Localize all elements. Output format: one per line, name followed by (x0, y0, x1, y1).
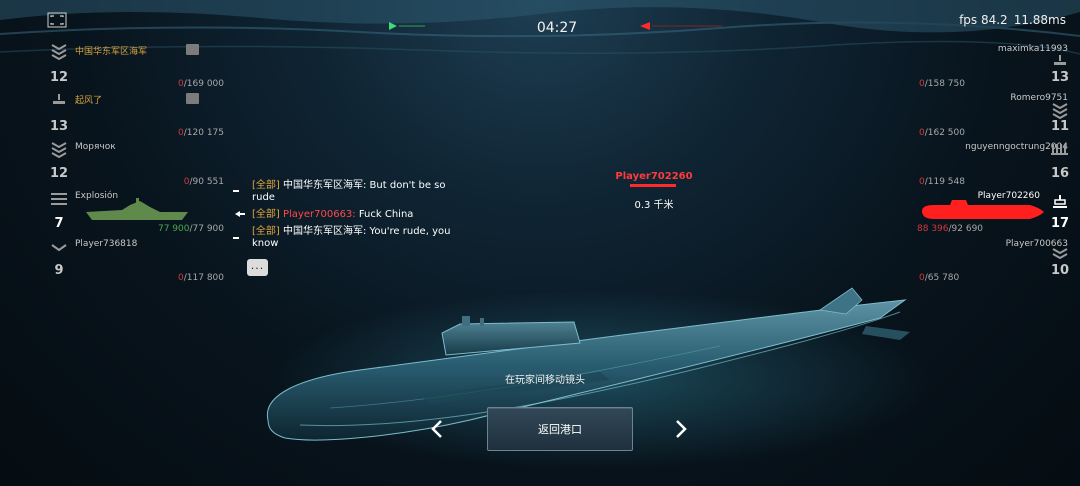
chat-message: [全部] 中国华东军区海军: But don't be so rude (252, 180, 446, 203)
left-player-level: 12 (49, 70, 69, 85)
left-player-level: 7 (54, 216, 64, 231)
left-player-level: 12 (49, 166, 69, 181)
enemy-submarine-silhouette (922, 200, 1044, 219)
left-player-name: 起风了 (75, 96, 103, 106)
return-to-port-button[interactable]: 返回港口 (487, 407, 633, 451)
clan-box-icon (186, 93, 199, 104)
rank-chevrons-icon (49, 140, 69, 159)
left-player-name: Player736818 (75, 239, 138, 249)
chat-message: [全部] 中国华东军区海军: You're rude, you know (252, 226, 451, 249)
chat-message: [全部] Player700663: Fuck China (252, 209, 414, 220)
right-player-hp: 0/65 780 (919, 273, 960, 283)
right-player-level: 16 (1050, 166, 1070, 181)
left-player-level: 9 (54, 263, 64, 278)
rank-bar-icon (49, 92, 69, 108)
left-player-hp: 0/169 000 (178, 79, 224, 89)
chat-bullet (233, 237, 239, 239)
left-player-name: 中国华东军区海军 (75, 47, 148, 57)
left-player-hp: 0/90 551 (183, 177, 224, 187)
left-player-hp: 77 900/77 900 (157, 224, 224, 234)
fps-readout: fps 84.2 (959, 13, 1008, 27)
rank-stars-icon (1050, 141, 1070, 157)
rank-chevron-icon (49, 240, 69, 256)
right-player-hp: 88 396/92 690 (917, 224, 984, 234)
rank-bar-icon (1050, 53, 1070, 69)
right-player-level: 17 (1050, 216, 1070, 231)
rank-chevrons-icon (49, 42, 69, 61)
chat-bullet (233, 190, 239, 192)
left-player-name: Explosión (75, 191, 119, 201)
previous-player-arrow-icon[interactable] (426, 417, 450, 441)
next-player-arrow-icon[interactable] (668, 417, 692, 441)
rank-chevrons-icon (1050, 246, 1070, 262)
ping-readout: 11.88ms (1013, 13, 1066, 27)
match-timer: 04:27 (536, 20, 578, 36)
right-player-hp: 0/158 750 (919, 79, 965, 89)
right-player-level: 10 (1050, 263, 1070, 278)
fullscreen-icon[interactable] (47, 12, 67, 28)
left-player-hp: 0/120 175 (178, 128, 224, 138)
performance-stats: fps 84.2 11.88ms (959, 13, 1066, 27)
left-player-level: 13 (49, 119, 69, 134)
ally-team-marker-icon (389, 22, 425, 30)
rank-chevrons-icon (1050, 101, 1070, 120)
right-player-hp: 0/162 500 (919, 128, 965, 138)
chat-reply-arrow-icon (235, 211, 245, 217)
right-player-name: Player702260 (977, 191, 1040, 201)
rank-bar-icon (1050, 194, 1070, 210)
enemy-team-marker-icon (640, 22, 722, 30)
chat-bubble-icon[interactable]: ... (247, 259, 268, 276)
ally-ship-silhouette (86, 198, 188, 220)
spectate-hint: 在玩家间移动镜头 (505, 375, 585, 386)
target-health-bar (630, 184, 676, 187)
right-player-level: 11 (1050, 119, 1070, 134)
right-player-level: 13 (1050, 70, 1070, 85)
rank-bars-icon (49, 191, 69, 207)
left-player-hp: 0/117 800 (178, 273, 224, 283)
target-player-name: Player702260 (615, 171, 693, 182)
target-distance: 0.3 千米 (634, 200, 674, 211)
clan-box-icon (186, 44, 199, 55)
left-player-name: Морячок (75, 142, 116, 152)
right-player-hp: 0/119 548 (919, 177, 965, 187)
